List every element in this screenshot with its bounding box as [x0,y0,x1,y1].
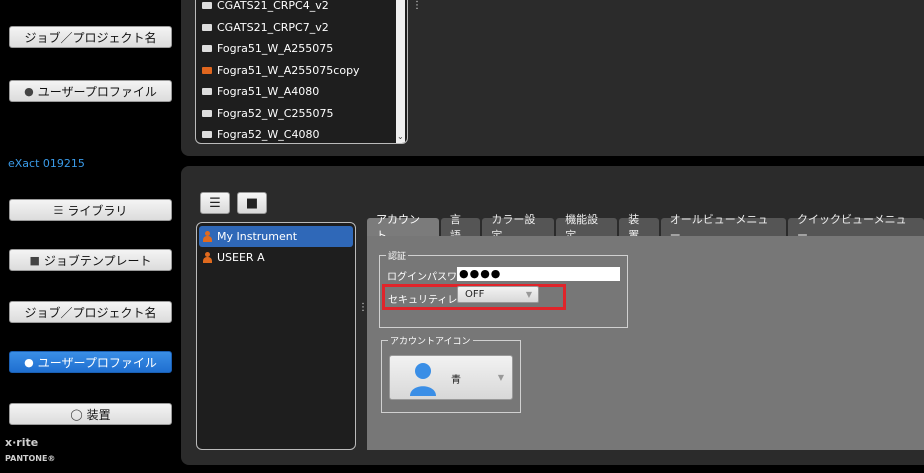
file-name: Fogra51_W_A255075copy [217,63,360,77]
library-button[interactable]: ☰ ライブラリ [9,199,172,221]
edit-list-button[interactable]: ☰ [200,192,230,214]
tab-language[interactable]: 言語 [440,213,481,242]
tab-account[interactable]: アカウント [367,213,439,242]
button-label: ジョブテンプレート [43,253,152,268]
file-list[interactable]: CGATS21_CRPC4_v2 CGATS21_CRPC7_v2 Fogra5… [195,0,408,144]
library-icon: ☰ [53,203,64,217]
folder-icon [202,66,212,74]
scroll-down-icon[interactable]: ⌄ [397,132,404,141]
group-title: 認証 [386,249,409,262]
tab-color-settings[interactable]: カラー設定 [482,213,555,242]
folder-icon: ■ [29,253,40,267]
device-button[interactable]: ◯ 装置 [9,403,172,425]
job-template-button[interactable]: ■ ジョブテンプレート [9,249,172,271]
instrument-name: USEER A [217,251,265,264]
trash-icon: ■ [245,195,259,211]
user-profile-button-top[interactable]: ● ユーザープロファイル [9,80,172,102]
button-label: ユーザープロファイル [37,355,157,370]
login-password-field[interactable]: ●●●● [457,267,620,281]
file-name: CGATS21_CRPC7_v2 [217,20,329,34]
delete-button[interactable]: ■ [237,192,267,214]
folder-icon [202,23,212,31]
user-icon: ● [24,84,34,98]
folder-icon [202,131,212,139]
folder-icon [202,109,212,117]
folder-icon [202,88,212,96]
button-label: ジョブ／プロジェクト名 [24,305,157,320]
tab-function-settings[interactable]: 機能設定 [556,213,618,242]
scrollbar[interactable]: ⌄ [396,0,405,143]
device-name-label: eXact 019215 [8,157,85,170]
xrite-logo: x·rite [5,436,39,449]
file-name: CGATS21_CRPC4_v2 [217,0,329,13]
select-value: OFF [465,289,485,300]
pantone-logo: PANTONE® [5,454,56,463]
security-level-select[interactable]: OFF ▼ [457,286,539,303]
list-item[interactable]: Fogra51_W_A255075copy [196,60,407,82]
splitter-handle[interactable]: ⋮ [412,1,422,11]
button-label: ジョブ／プロジェクト名 [24,30,157,45]
chevron-down-icon: ▼ [525,290,532,299]
select-value: 青 [451,375,461,386]
tab-device[interactable]: 装置 [619,213,659,242]
list-item[interactable]: CGATS21_CRPC7_v2 [196,17,407,39]
list-item[interactable]: Fogra52_W_C4080 [196,124,407,143]
job-project-name-button[interactable]: ジョブ／プロジェクト名 [9,301,172,323]
job-project-name-button-top[interactable]: ジョブ／プロジェクト名 [9,26,172,48]
button-label: ライブラリ [67,203,128,218]
account-icon-select[interactable]: 青 ▼ [389,355,513,400]
file-name: Fogra52_W_C255075 [217,106,334,120]
account-settings-content: 認証 ログインパスワード ●●●● セキュリティレベル OFF ▼ アカウントア… [367,236,924,450]
person-icon [410,363,436,396]
tab-all-view-menu[interactable]: オールビューメニュー [660,213,787,242]
list-item[interactable]: CGATS21_CRPC4_v2 [196,0,407,17]
instrument-list[interactable]: My Instrument USEER A [196,222,356,450]
list-item[interactable]: USEER A [199,247,353,268]
list-item[interactable]: My Instrument [199,226,353,247]
user-icon: ● [24,355,34,369]
instrument-name: My Instrument [217,230,298,243]
list-edit-icon: ☰ [209,195,221,211]
list-item[interactable]: Fogra51_W_A255075 [196,38,407,60]
folder-icon [202,45,212,53]
file-name: Fogra52_W_C4080 [217,128,320,142]
file-name: Fogra51_W_A4080 [217,85,320,99]
folder-icon [202,2,212,10]
file-name: Fogra51_W_A255075 [217,42,334,56]
user-icon [203,231,212,242]
list-item[interactable]: Fogra51_W_A4080 [196,81,407,103]
device-icon: ◯ [70,407,83,421]
button-label: 装置 [86,407,111,422]
tab-quick-view-menu[interactable]: クイックビューメニュー [788,213,924,242]
settings-tabs: アカウント 言語 カラー設定 機能設定 装置 オールビューメニュー クイックビュ… [367,213,924,242]
button-label: ユーザープロファイル [37,84,157,99]
group-title: アカウントアイコン [388,334,473,347]
chevron-down-icon: ▼ [497,373,504,382]
user-icon [203,252,212,263]
user-profile-button[interactable]: ● ユーザープロファイル [9,351,172,373]
list-item[interactable]: Fogra52_W_C255075 [196,103,407,125]
